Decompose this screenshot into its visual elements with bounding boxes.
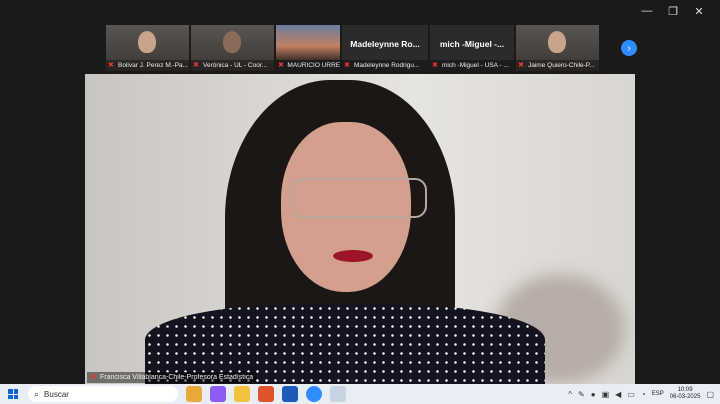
mic-off-icon: ✖ (518, 61, 524, 69)
participant-display-name: mich -Miguel -... (439, 39, 505, 49)
file-explorer-icon[interactable] (234, 386, 250, 402)
language-indicator[interactable]: ESP (652, 391, 664, 397)
participant-tile[interactable]: mich -Miguel -... ✖ mich -Miguel - USA - … (430, 25, 514, 71)
clock[interactable]: 10:09 06-03-2025 (670, 387, 701, 401)
zoom-icon[interactable] (306, 386, 322, 402)
search-icon: ⌕ (34, 388, 40, 399)
firefox-icon[interactable] (258, 386, 274, 402)
chevron-up-icon[interactable]: ^ (568, 390, 572, 399)
zoom-window: — ❐ ✕ ✖ Bolivar J. Perez M.-Pa... ✖ Veróni… (0, 0, 720, 384)
speaker-glasses (291, 178, 427, 218)
copilot-icon[interactable] (210, 386, 226, 402)
participant-avatar (548, 31, 566, 53)
participant-avatar (223, 31, 241, 53)
participant-name: Verónica - UL - Coor... (203, 62, 268, 69)
participant-avatar (138, 31, 156, 53)
volume-icon[interactable]: ◀ (615, 390, 621, 399)
windows-icon (8, 389, 18, 399)
participant-tile[interactable]: Madeleynne Ro... ✖ Madeleynne Rodrigu... (342, 25, 428, 71)
speaker-lips (333, 250, 373, 262)
window-controls: — ❐ ✕ (634, 2, 712, 20)
start-button[interactable] (0, 384, 26, 404)
next-page-button[interactable]: › (621, 40, 637, 56)
minimize-button[interactable]: — (634, 2, 660, 20)
snipping-tool-icon[interactable] (330, 386, 346, 402)
notification-icon[interactable]: ▢ (706, 390, 714, 399)
participant-name: Bolivar J. Perez M.-Pa... (118, 62, 189, 69)
mic-off-icon: ✖ (193, 61, 199, 69)
participant-name: Madeleynne Rodrigu... (354, 62, 420, 69)
clock-time: 10:09 (677, 387, 693, 393)
participant-tile[interactable]: ✖ Bolivar J. Perez M.-Pa... (106, 25, 189, 71)
taskbar: ⌕ Buscar ^ ✎ ● ▣ ◀ ▭ ◔ ESP 10:09 06-03-2… (0, 384, 720, 404)
participant-name: Jaime Quiero-Chile-P... (528, 62, 595, 69)
speaker-name: Francisca Villablanca-Chile-Profesora Es… (100, 374, 254, 381)
word-icon[interactable] (282, 386, 298, 402)
mic-off-icon: ✖ (108, 61, 114, 69)
participant-name: MAURICIO URREA (287, 62, 340, 69)
participant-tile[interactable]: ✖ Jaime Quiero-Chile-P... (516, 25, 599, 71)
close-button[interactable]: ✕ (686, 2, 712, 20)
taskbar-search[interactable]: ⌕ Buscar (28, 386, 178, 402)
network-icon[interactable]: ◔ (641, 390, 646, 399)
speaker-label: ✖ Francisca Villablanca-Chile-Profesora … (87, 372, 257, 383)
search-placeholder: Buscar (44, 389, 69, 399)
clock-date: 06-03-2025 (669, 394, 701, 400)
camera-icon[interactable]: ▣ (602, 390, 610, 399)
restore-button[interactable]: ❐ (660, 2, 686, 20)
participant-tile[interactable]: ✖ Verónica - UL - Coor... (191, 25, 274, 71)
participant-tile[interactable]: ✖ MAURICIO URREA (276, 25, 340, 71)
microphone-icon[interactable]: ● (591, 390, 596, 399)
participant-display-name: Madeleynne Ro... (350, 39, 420, 49)
chrome-icon[interactable] (186, 386, 202, 402)
mic-off-icon: ✖ (278, 61, 284, 69)
system-tray: ^ ✎ ● ▣ ◀ ▭ ◔ ESP 10:09 06-03-2025 ▢ (568, 384, 720, 404)
pen-icon[interactable]: ✎ (578, 390, 585, 399)
participant-gallery: ✖ Bolivar J. Perez M.-Pa... ✖ Verónica - U… (106, 25, 614, 71)
mic-off-icon: ✖ (432, 61, 438, 69)
battery-icon[interactable]: ▭ (627, 390, 635, 399)
participant-name: mich -Miguel - USA - ... (442, 62, 509, 69)
mic-off-icon: ✖ (344, 61, 350, 69)
virtual-background (276, 25, 340, 60)
mic-off-icon: ✖ (90, 373, 96, 381)
active-speaker-video: ✖ Francisca Villablanca-Chile-Profesora … (85, 74, 635, 384)
pinned-apps (186, 386, 346, 402)
